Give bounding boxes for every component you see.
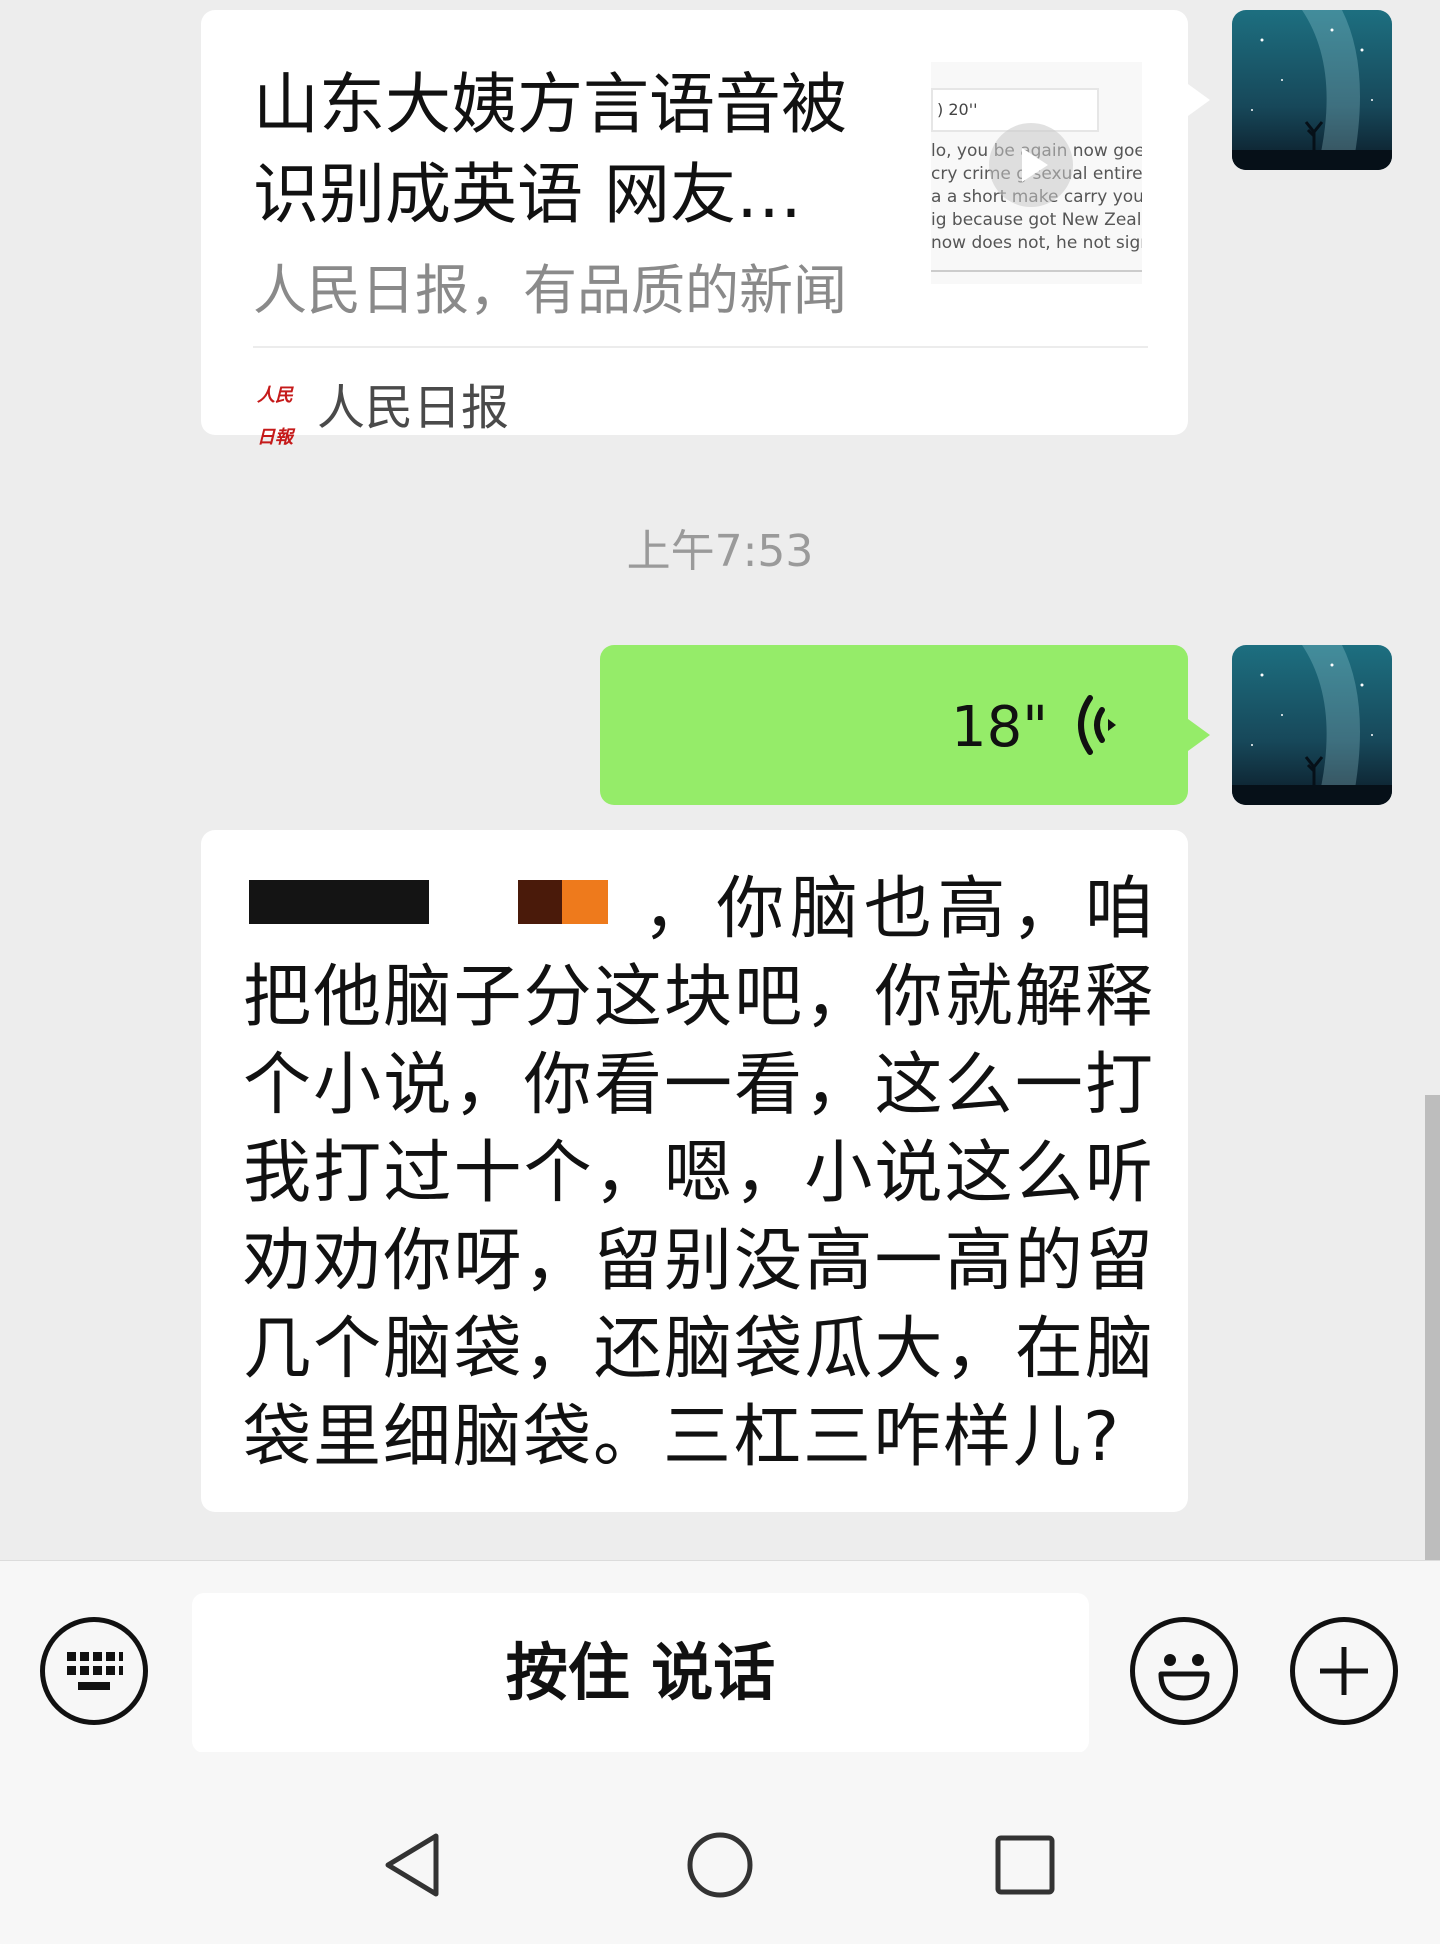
plus-icon [1320,1647,1368,1695]
emoji-button[interactable] [1130,1617,1238,1725]
thumbnail-line: now does not, he not sign? [931,233,1142,253]
message-text: ，你脑也高，咱把他脑子分这块吧，你就解释个小说，你看一看，这么一打我打过十个，嗯… [243,866,1155,1482]
hold-to-talk-button[interactable]: 按住 说话 [192,1593,1089,1753]
article-thumbnail: ) 20'' lo, you be again now goes cry cri… [931,62,1142,284]
voice-duration: 18" [950,695,1048,760]
voice-wave-icon [1078,695,1116,755]
article-divider [253,346,1148,348]
thumbnail-line: ig because got New Zealan [931,210,1142,230]
scrollbar[interactable] [1425,1095,1440,1560]
message-text-body: 他脑子分这块吧，你就解释个小说，你看一看，这么一打我打过十个，嗯，小说这么听劝劝… [243,958,1155,1477]
transcribed-text-bubble[interactable]: ，你脑也高，咱把他脑子分这块吧，你就解释个小说，你看一看，这么一打我打过十个，嗯… [201,830,1188,1512]
keyboard-icon [67,1652,123,1690]
input-bar: 按住 说话 [0,1560,1440,1753]
home-circle-icon[interactable] [685,1830,755,1900]
avatar[interactable] [1232,645,1392,805]
more-options-button[interactable] [1290,1617,1398,1725]
back-triangle-icon[interactable] [380,1830,450,1900]
source-name: 人民日报 [317,380,510,436]
source-logo: 人民日報 [257,385,293,448]
avatar[interactable] [1232,10,1392,170]
emoji-icon [1158,1654,1210,1701]
article-description: 人民日报，有品质的新闻 [253,259,847,322]
article-card[interactable]: 山东大姨方言语音被识别成英语 网友… 人民日报，有品质的新闻 ) 20'' lo… [201,10,1210,448]
article-title: 山东大姨方言语音被识别成英语 网友… [253,66,847,233]
voice-message-bubble[interactable]: 18" [600,645,1210,805]
play-icon [989,123,1073,207]
recents-square-icon[interactable] [990,1830,1060,1900]
message-timestamp: 上午7:53 [626,526,814,577]
system-nav-bar [0,1752,1440,1944]
keyboard-toggle-button[interactable] [40,1617,148,1725]
